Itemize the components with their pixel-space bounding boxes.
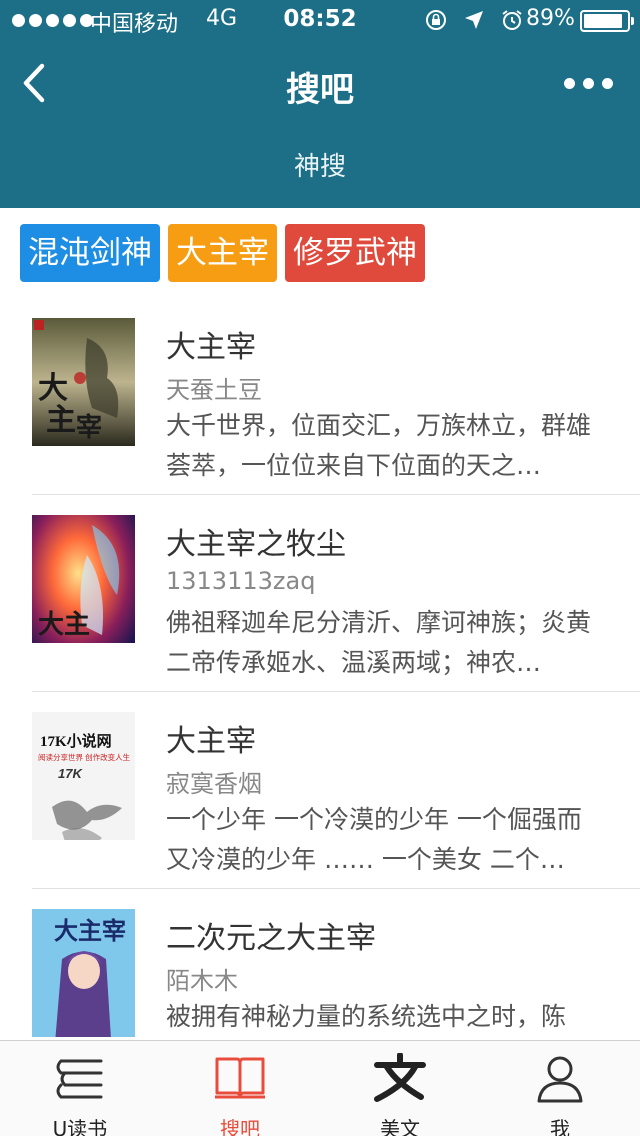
page-subtitle: 神搜 — [293, 152, 346, 182]
page-title: 搜吧 — [286, 70, 354, 110]
tab-me[interactable]: 我 — [480, 1041, 640, 1136]
battery-percent: 89% — [526, 6, 575, 31]
book-description: 佛祖释迦牟尼分清沂、摩诃神族；炎黄二帝传承姬水、温溪两域；神农… — [166, 608, 592, 677]
svg-text:主: 主 — [46, 403, 76, 438]
book-author: 天蚕土豆 — [166, 376, 262, 404]
book-title: 大主宰 — [166, 330, 256, 365]
svg-text:大主: 大主 — [38, 610, 90, 640]
book-list: 大 主 宰 大主宰 天蚕土豆 大千世界，位面交汇，万族林立，群雄荟萃，一位位来自… — [0, 298, 640, 1086]
book-title: 大主宰之牧尘 — [166, 527, 346, 562]
nav-bar: 搜吧 — [0, 40, 640, 128]
svg-text:宰: 宰 — [76, 412, 102, 443]
book-description: 一个少年 一个冷漠的少年 一个倔强而又冷漠的少年 …… 一个美女 二个… — [166, 805, 582, 874]
hot-search-tags: 混沌剑神 大主宰 修罗武神 — [20, 224, 425, 282]
open-book-icon — [215, 1057, 265, 1099]
book-title: 二次元之大主宰 — [166, 921, 376, 956]
tab-u-dushu[interactable]: U读书 — [0, 1041, 160, 1136]
person-icon — [537, 1056, 583, 1103]
tab-label: 搜吧 — [220, 1117, 260, 1136]
cover-logo: 17K — [58, 766, 83, 781]
tab-label: 美文 — [380, 1117, 420, 1136]
status-bar: 中国移动 4G 08:52 89% — [0, 0, 640, 40]
book-cover: 17K小说网 阅读分享世界 创作改变人生 17K — [32, 712, 135, 840]
list-item[interactable]: 17K小说网 阅读分享世界 创作改变人生 17K 大主宰 寂寞香烟 一个少年 一… — [32, 692, 640, 889]
cover-title: 大主宰 — [54, 916, 126, 945]
cover-slogan: 阅读分享世界 创作改变人生 — [38, 752, 131, 762]
tag-hundun-jianshen[interactable]: 混沌剑神 — [20, 224, 160, 282]
book-title: 大主宰 — [166, 724, 256, 759]
alarm-icon — [502, 10, 522, 30]
book-cover: 大 主 宰 — [32, 318, 135, 446]
rotation-lock-icon — [426, 10, 446, 30]
tag-xiuluo-wushen[interactable]: 修罗武神 — [285, 224, 425, 282]
more-options-button[interactable] — [564, 68, 618, 98]
cover-brand: 17K小说网 — [40, 732, 112, 750]
book-description: 大千世界，位面交汇，万族林立，群雄荟萃，一位位来自下位面的天之… — [166, 411, 592, 480]
tab-bar: U读书 搜吧 美文 我 — [0, 1040, 640, 1136]
more-dots-icon — [564, 77, 575, 89]
wen-character-icon — [374, 1053, 426, 1102]
tag-dazhuzai[interactable]: 大主宰 — [168, 224, 277, 282]
tab-meiwen[interactable]: 美文 — [320, 1041, 480, 1136]
book-cover: 大主 — [32, 515, 135, 643]
chevron-left-icon — [23, 63, 45, 103]
book-cover: 大主宰 — [32, 909, 135, 1037]
battery-icon — [580, 10, 634, 32]
svg-text:大: 大 — [38, 371, 68, 406]
location-arrow-icon — [465, 11, 483, 29]
tab-soubar[interactable]: 搜吧 — [160, 1041, 320, 1136]
book-author: 寂寞香烟 — [166, 770, 262, 798]
tab-label: U读书 — [52, 1117, 108, 1136]
book-author: 1313113zaq — [166, 567, 316, 595]
header: 中国移动 4G 08:52 89% 搜吧 神搜 — [0, 0, 640, 208]
book-stack-icon — [56, 1059, 103, 1099]
list-item[interactable]: 大 主 宰 大主宰 天蚕土豆 大千世界，位面交汇，万族林立，群雄荟萃，一位位来自… — [32, 298, 640, 495]
book-author: 陌木木 — [166, 967, 238, 995]
list-item[interactable]: 大主 大主宰之牧尘 1313113zaq 佛祖释迦牟尼分清沂、摩诃神族；炎黄二帝… — [32, 495, 640, 692]
back-button[interactable] — [14, 58, 58, 108]
tab-label: 我 — [550, 1117, 570, 1136]
